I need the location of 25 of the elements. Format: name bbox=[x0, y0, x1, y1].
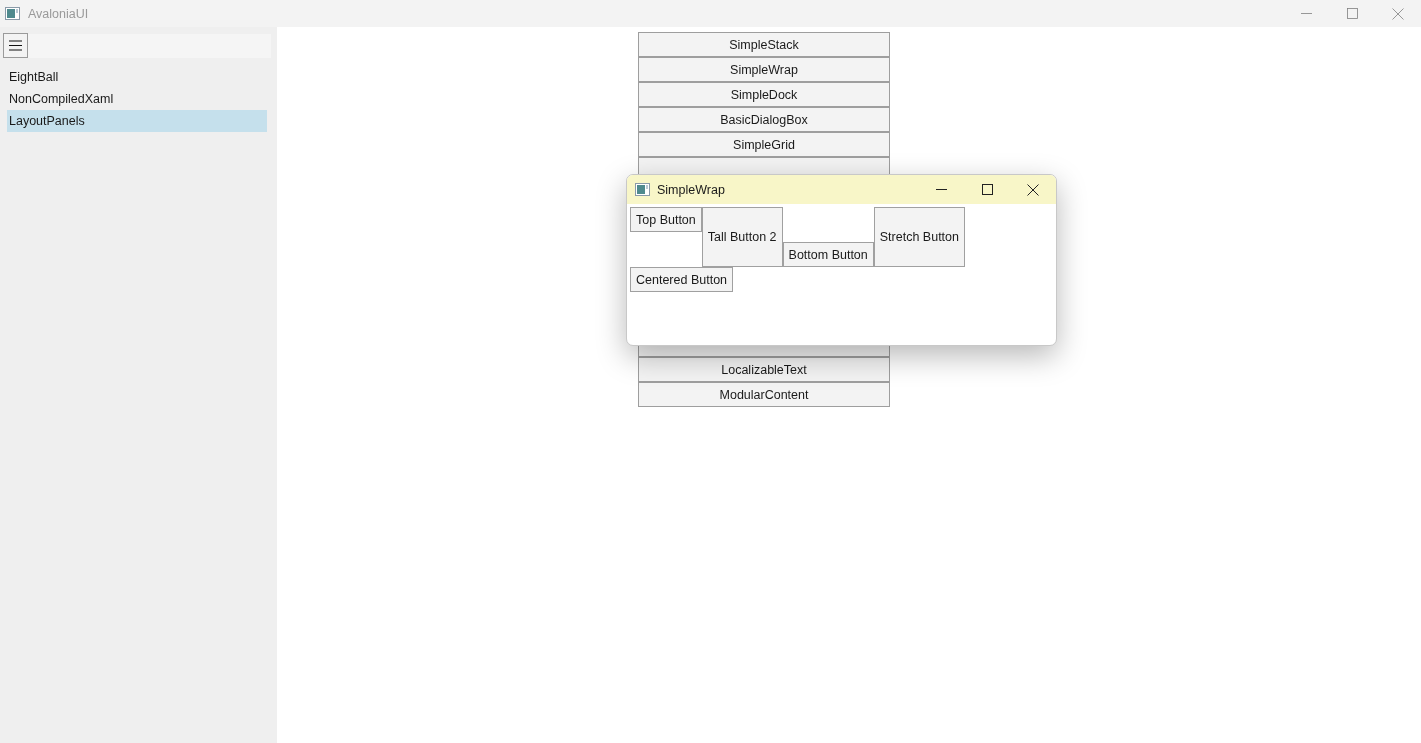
sidebar-item[interactable]: LayoutPanels bbox=[7, 110, 267, 132]
sample-button[interactable]: ModularContent bbox=[638, 382, 890, 407]
sample-button[interactable]: SimpleGrid bbox=[638, 132, 890, 157]
wrap-button[interactable]: Bottom Button bbox=[782, 242, 874, 267]
maximize-icon bbox=[981, 184, 993, 195]
menu-icon bbox=[9, 40, 22, 51]
wrap-button[interactable]: Tall Button 2 bbox=[701, 207, 783, 267]
close-icon bbox=[1392, 7, 1404, 20]
close-icon bbox=[1027, 183, 1039, 196]
sample-button[interactable]: SimpleDock bbox=[638, 82, 890, 107]
menu-button[interactable] bbox=[3, 33, 28, 58]
wrap-button[interactable]: Centered Button bbox=[630, 267, 734, 292]
maximize-icon bbox=[1346, 8, 1358, 19]
app-icon bbox=[635, 183, 650, 196]
app-icon bbox=[5, 7, 20, 20]
wrap-button[interactable]: Top Button bbox=[630, 207, 702, 232]
wrap-button[interactable]: Stretch Button bbox=[873, 207, 965, 267]
sample-button[interactable]: SimpleWrap bbox=[638, 57, 890, 82]
sidebar-item[interactable]: NonCompiledXaml bbox=[7, 88, 267, 110]
window-title: AvaloniaUI bbox=[28, 6, 90, 21]
dialog-title: SimpleWrap bbox=[657, 182, 726, 197]
sample-button[interactable]: LocalizableText bbox=[638, 357, 890, 382]
sample-button[interactable]: SimpleStack bbox=[638, 32, 890, 57]
sidebar-item[interactable]: EightBall bbox=[7, 66, 267, 88]
sample-button[interactable]: BasicDialogBox bbox=[638, 107, 890, 132]
